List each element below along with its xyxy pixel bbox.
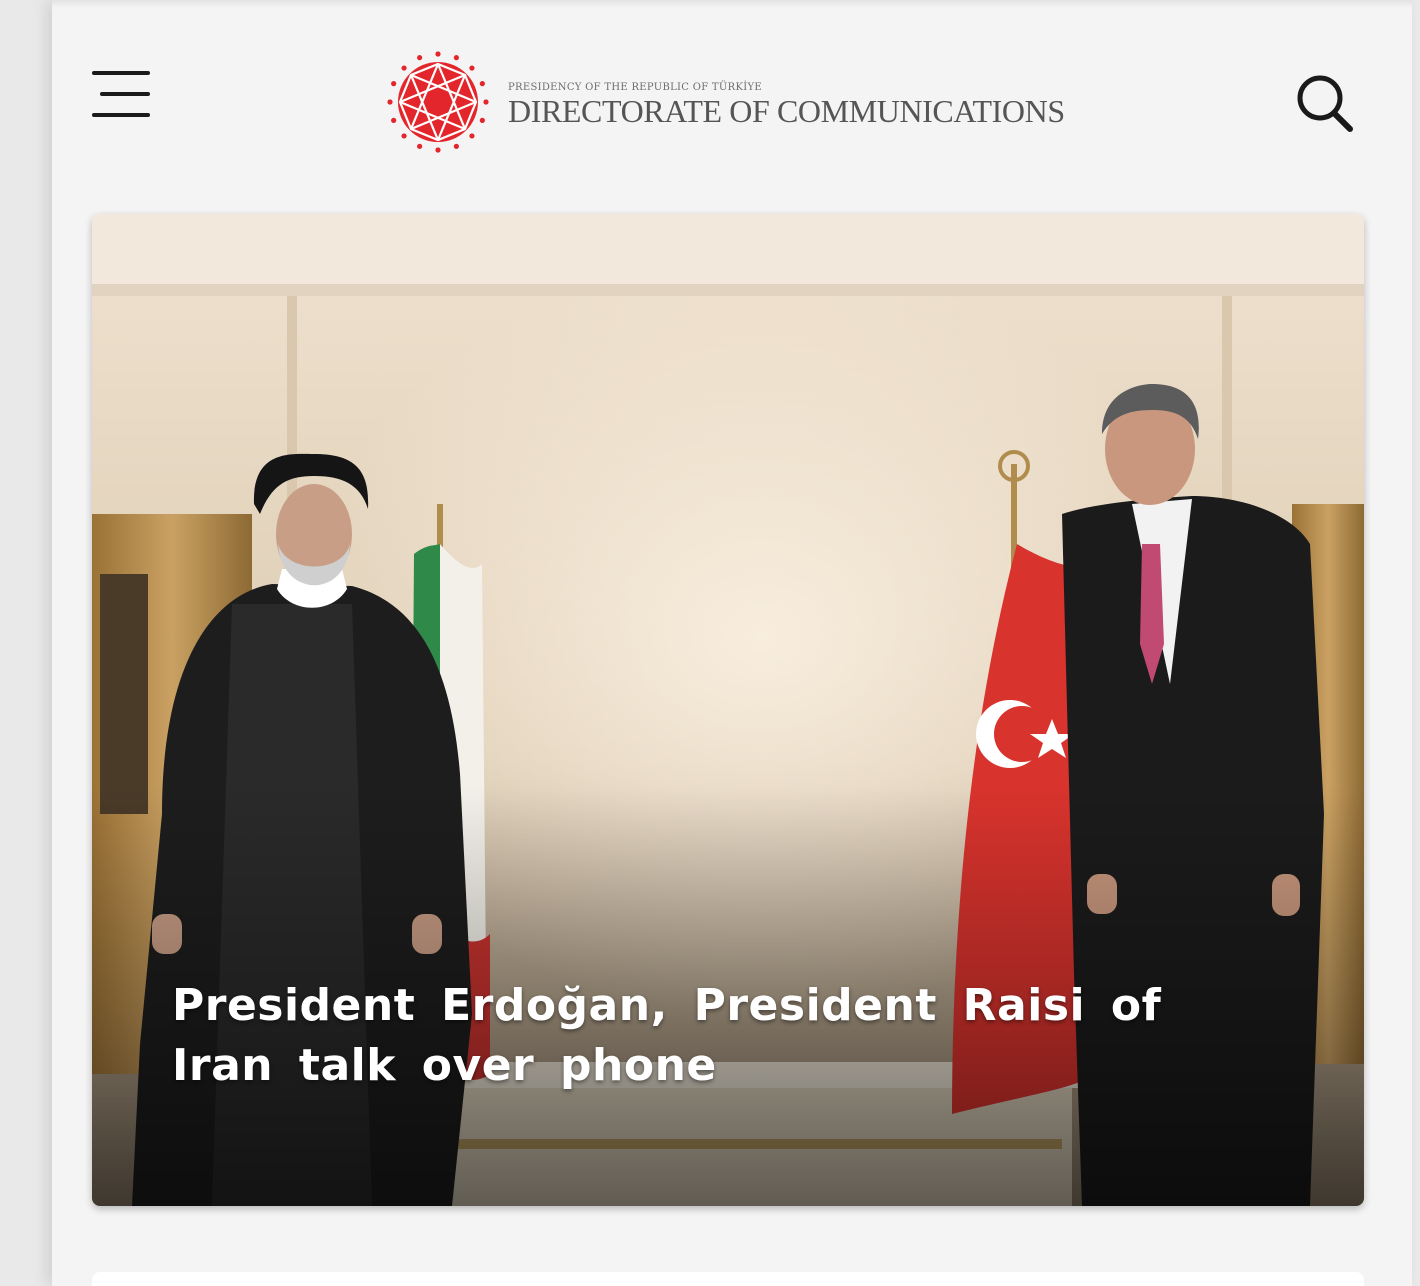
hamburger-menu-icon[interactable] [88,68,154,124]
emblem-dot [469,65,475,71]
site-logo[interactable]: PRESIDENCY OF THE REPUBLIC OF TÜRKİYE DI… [386,48,1086,156]
hero-headline[interactable]: President Erdoğan, President Raisi of Ir… [172,976,1252,1096]
emblem-dot [391,81,397,87]
emblem-dot [453,143,459,149]
emblem-dot [435,51,441,57]
logo-title: DIRECTORATE OF COMMUNICATIONS [508,93,1065,129]
emblem-dot [387,99,393,105]
featured-news-card[interactable]: President Erdoğan, President Raisi of Ir… [92,214,1364,1206]
next-news-card[interactable] [92,1272,1364,1286]
emblem-dot [483,99,489,105]
emblem-dot [391,117,397,123]
emblem-dot [479,81,485,87]
site-header: PRESIDENCY OF THE REPUBLIC OF TÜRKİYE DI… [52,0,1412,200]
emblem-dot [417,55,423,61]
search-icon[interactable] [1288,66,1360,138]
emblem-dot [401,65,407,71]
emblem-dot [435,147,441,153]
emblem-dot [469,133,475,139]
emblem-dot [401,133,407,139]
presidency-star-emblem-icon [387,51,489,153]
emblem-dot [453,55,459,61]
page-container: PRESIDENCY OF THE REPUBLIC OF TÜRKİYE DI… [52,0,1412,1286]
emblem-dot [479,117,485,123]
emblem-dot [417,143,423,149]
